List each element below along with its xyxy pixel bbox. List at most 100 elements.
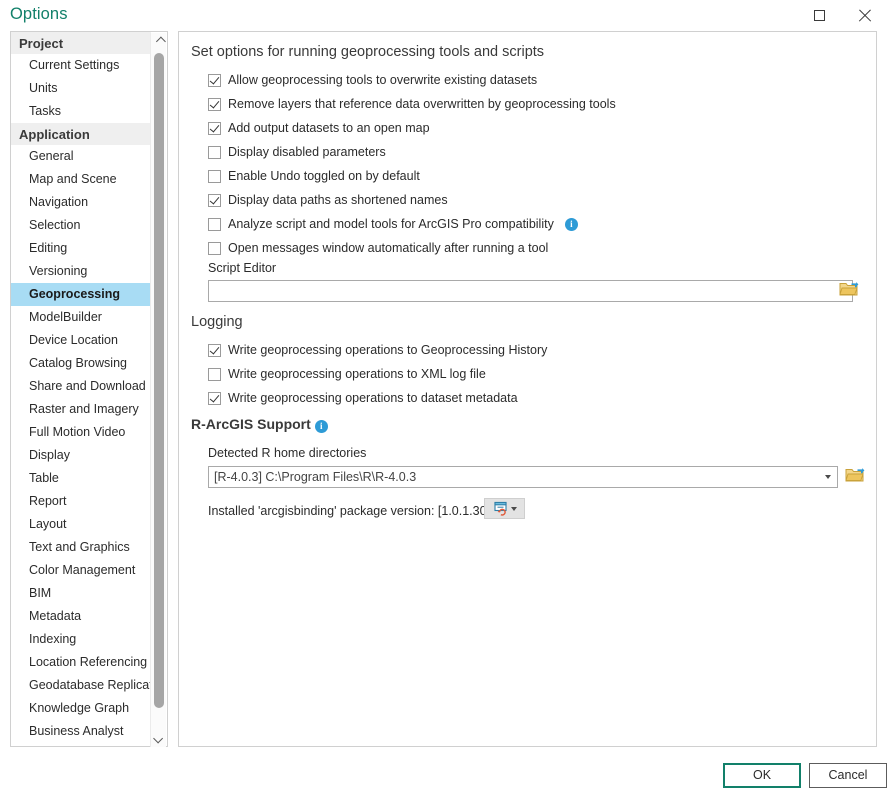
checkbox-label: Write geoprocessing operations to Geopro… xyxy=(228,343,547,357)
sidebar-item-modelbuilder[interactable]: ModelBuilder xyxy=(11,306,151,329)
checkbox-label: Write geoprocessing operations to XML lo… xyxy=(228,367,486,381)
r-home-directory-combobox[interactable]: [R-4.0.3] C:\Program Files\R\R-4.0.3 xyxy=(208,466,838,488)
maximize-icon xyxy=(814,10,825,21)
sidebar-item-device-location[interactable]: Device Location xyxy=(11,329,151,352)
checkbox[interactable] xyxy=(208,218,221,231)
checkbox-label: Open messages window automatically after… xyxy=(228,241,548,255)
sidebar-item-color-management[interactable]: Color Management xyxy=(11,559,151,582)
title-bar: Options xyxy=(0,0,887,31)
arcgisbinding-version-label: Installed 'arcgisbinding' package versio… xyxy=(208,504,497,518)
chevron-up-icon xyxy=(155,37,165,47)
sidebar-item-geodatabase-replication[interactable]: Geodatabase Replication xyxy=(11,674,151,697)
sidebar-item-indexing[interactable]: Indexing xyxy=(11,628,151,651)
r-support-heading-text: R-ArcGIS Support xyxy=(191,416,311,432)
checkbox[interactable] xyxy=(208,146,221,159)
close-icon xyxy=(858,9,872,23)
sidebar-item-location-referencing[interactable]: Location Referencing xyxy=(11,651,151,674)
script-editor-browse-button[interactable] xyxy=(839,280,861,300)
sidebar-item-map-and-scene[interactable]: Map and Scene xyxy=(11,168,151,191)
script-editor-label: Script Editor xyxy=(208,261,276,275)
scroll-down-button[interactable] xyxy=(151,730,167,747)
sidebar-item-editing[interactable]: Editing xyxy=(11,237,151,260)
logging-option-row[interactable]: Write geoprocessing operations to datase… xyxy=(208,388,518,408)
sidebar-item-bim[interactable]: BIM xyxy=(11,582,151,605)
checkbox-label: Enable Undo toggled on by default xyxy=(228,169,420,183)
checkbox-label: Analyze script and model tools for ArcGI… xyxy=(228,217,554,231)
checkbox-label: Allow geoprocessing tools to overwrite e… xyxy=(228,73,537,87)
sidebar-list[interactable]: ProjectCurrent SettingsUnitsTasksApplica… xyxy=(11,32,151,746)
page-title: Set options for running geoprocessing to… xyxy=(191,44,544,60)
sidebar-item-text-and-graphics[interactable]: Text and Graphics xyxy=(11,536,151,559)
sidebar-item-raster-and-imagery[interactable]: Raster and Imagery xyxy=(11,398,151,421)
sidebar-item-layout[interactable]: Layout xyxy=(11,513,151,536)
cancel-button[interactable]: Cancel xyxy=(809,763,887,788)
close-button[interactable] xyxy=(842,0,887,31)
ok-button[interactable]: OK xyxy=(723,763,801,788)
info-icon[interactable]: i xyxy=(315,420,328,433)
sidebar-item-business-analyst[interactable]: Business Analyst xyxy=(11,720,151,743)
option-row[interactable]: Add output datasets to an open map xyxy=(208,118,430,138)
sidebar: ProjectCurrent SettingsUnitsTasksApplica… xyxy=(10,31,168,747)
sidebar-item-knowledge-graph[interactable]: Knowledge Graph xyxy=(11,697,151,720)
checkbox-label: Remove layers that reference data overwr… xyxy=(228,97,616,111)
sidebar-item-units[interactable]: Units xyxy=(11,77,151,100)
sidebar-item-share-and-download[interactable]: Share and Download xyxy=(11,375,151,398)
option-row[interactable]: Remove layers that reference data overwr… xyxy=(208,94,616,114)
checkbox[interactable] xyxy=(208,170,221,183)
sidebar-item-metadata[interactable]: Metadata xyxy=(11,605,151,628)
checkbox[interactable] xyxy=(208,98,221,111)
checkbox[interactable] xyxy=(208,368,221,381)
option-row[interactable]: Open messages window automatically after… xyxy=(208,238,548,258)
sidebar-group-project: Project xyxy=(11,32,151,54)
checkbox[interactable] xyxy=(208,74,221,87)
option-row[interactable]: Display data paths as shortened names xyxy=(208,190,448,210)
sidebar-item-versioning[interactable]: Versioning xyxy=(11,260,151,283)
option-row[interactable]: Enable Undo toggled on by default xyxy=(208,166,420,186)
sidebar-item-current-settings[interactable]: Current Settings xyxy=(11,54,151,77)
install-package-button[interactable] xyxy=(484,498,525,519)
sidebar-item-catalog-browsing[interactable]: Catalog Browsing xyxy=(11,352,151,375)
package-install-icon xyxy=(493,501,509,516)
r-support-heading: R-ArcGIS Support i xyxy=(191,416,328,433)
option-row[interactable]: Allow geoprocessing tools to overwrite e… xyxy=(208,70,537,90)
chevron-down-icon xyxy=(153,734,163,744)
r-directories-label: Detected R home directories xyxy=(208,446,366,460)
sidebar-item-selection[interactable]: Selection xyxy=(11,214,151,237)
combobox-arrow[interactable] xyxy=(819,467,837,487)
r-home-directory-value: [R-4.0.3] C:\Program Files\R\R-4.0.3 xyxy=(214,470,819,484)
checkbox-label: Display data paths as shortened names xyxy=(228,193,448,207)
scroll-up-button[interactable] xyxy=(151,33,167,50)
checkbox-label: Write geoprocessing operations to datase… xyxy=(228,391,518,405)
checkbox[interactable] xyxy=(208,194,221,207)
options-content-panel: Set options for running geoprocessing to… xyxy=(178,31,877,747)
checkbox[interactable] xyxy=(208,344,221,357)
checkbox-label: Display disabled parameters xyxy=(228,145,386,159)
script-editor-input[interactable] xyxy=(208,280,853,302)
logging-option-row[interactable]: Write geoprocessing operations to XML lo… xyxy=(208,364,486,384)
options-dialog: Options ProjectCurrent SettingsUnitsTask… xyxy=(0,0,887,796)
sidebar-item-report[interactable]: Report xyxy=(11,490,151,513)
checkbox[interactable] xyxy=(208,122,221,135)
maximize-button[interactable] xyxy=(797,0,842,31)
checkbox[interactable] xyxy=(208,242,221,255)
logging-option-row[interactable]: Write geoprocessing operations to Geopro… xyxy=(208,340,547,360)
chevron-down-icon xyxy=(511,507,517,511)
r-home-browse-button[interactable] xyxy=(845,466,867,486)
sidebar-item-geoprocessing[interactable]: Geoprocessing xyxy=(11,283,151,306)
sidebar-item-navigation[interactable]: Navigation xyxy=(11,191,151,214)
option-row[interactable]: Analyze script and model tools for ArcGI… xyxy=(208,214,578,234)
option-row[interactable]: Display disabled parameters xyxy=(208,142,386,162)
sidebar-item-tasks[interactable]: Tasks xyxy=(11,100,151,123)
window-title: Options xyxy=(10,5,68,24)
info-icon[interactable]: i xyxy=(565,218,578,231)
logging-heading: Logging xyxy=(191,314,243,330)
sidebar-item-table[interactable]: Table xyxy=(11,467,151,490)
chevron-down-icon xyxy=(825,475,831,479)
sidebar-item-display[interactable]: Display xyxy=(11,444,151,467)
scrollbar-thumb[interactable] xyxy=(154,53,164,708)
sidebar-scrollbar[interactable] xyxy=(150,33,166,747)
checkbox[interactable] xyxy=(208,392,221,405)
checkbox-label: Add output datasets to an open map xyxy=(228,121,430,135)
sidebar-item-full-motion-video[interactable]: Full Motion Video xyxy=(11,421,151,444)
sidebar-item-general[interactable]: General xyxy=(11,145,151,168)
